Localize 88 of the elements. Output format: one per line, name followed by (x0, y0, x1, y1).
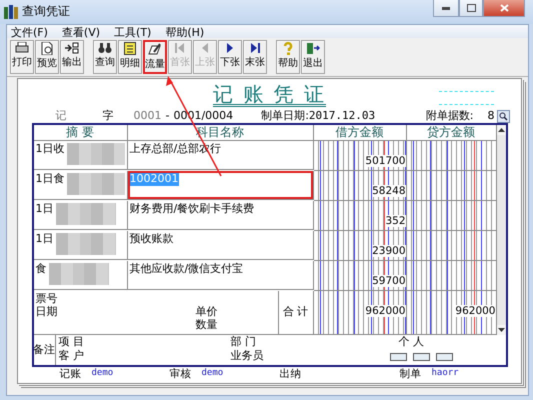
toolbar-button[interactable]: 预览 (35, 40, 59, 74)
subject-cell[interactable]: 其他应收款/微信支付宝 (128, 261, 314, 290)
column-header: 摘 要 (34, 125, 128, 141)
card-icon[interactable] (390, 353, 406, 361)
summary-cell: 1日 (34, 201, 128, 230)
binoculars-icon (98, 42, 112, 54)
blurred-region (56, 233, 116, 255)
signature-name: demo (92, 368, 114, 380)
export-icon (65, 42, 79, 54)
magnifier-page-icon (40, 42, 54, 55)
attachments-count: 8 (488, 110, 494, 123)
menu-item[interactable]: 帮助(H) (165, 27, 204, 36)
toolbar-button[interactable]: 末张 (243, 40, 267, 74)
total-label: 合 计 (282, 306, 308, 319)
toolbar-button[interactable]: 查询 (93, 40, 117, 74)
menu-item[interactable]: 查看(V) (62, 27, 100, 36)
dash: - (166, 110, 170, 123)
minimize-icon (442, 6, 450, 10)
summary-cell: 1日 (34, 231, 128, 260)
voucher-word: 字 (102, 110, 114, 123)
maximize-icon (466, 4, 476, 12)
signature-label: 审核 (170, 368, 192, 380)
toolbar-button[interactable]: 下张 (218, 40, 242, 74)
debit-cell: 58248 (314, 171, 406, 201)
minimize-button[interactable] (433, 0, 459, 17)
question-mark-icon (283, 42, 293, 55)
dotted-rule (438, 91, 494, 105)
summary-cell: 1日食 (34, 171, 128, 200)
price-label: 单价 (196, 306, 218, 319)
first-icon (175, 42, 185, 54)
date-value: 2017.12.03 (308, 110, 376, 123)
customer-label: 客 户 (58, 350, 85, 364)
total-debit-cell: 962000 (314, 291, 406, 335)
signature-name: haorr (432, 368, 459, 380)
last-icon (250, 42, 260, 54)
total-credit-cell: 962000 (406, 291, 496, 335)
blurred-region (48, 263, 108, 285)
quantity-label: 数量 (196, 319, 218, 332)
signature-label: 出纳 (280, 368, 302, 380)
summary-cell: 食 (34, 261, 128, 290)
toolbar-button[interactable]: 打印 (10, 40, 34, 74)
debit-cell: 352 (314, 201, 406, 231)
card-icon[interactable] (412, 353, 430, 361)
close-icon (500, 4, 508, 12)
toolbar-button[interactable]: 退出 (301, 40, 325, 74)
signature-label: 记账 (60, 368, 82, 380)
scroll-down-icon (498, 328, 504, 332)
list-icon (124, 42, 136, 55)
date-label: 制单日期: (261, 110, 309, 123)
toolbar-button[interactable]: 流量 (143, 40, 167, 74)
debit-cell: 59700 (314, 261, 406, 291)
date-label: 日期 (36, 306, 58, 319)
subject-cell[interactable]: 预收账款 (128, 231, 314, 260)
pen-paper-icon (148, 43, 162, 56)
books-icon (4, 5, 18, 19)
next-icon (226, 42, 234, 54)
person-label: 个 人 (398, 336, 425, 350)
toolbar-button[interactable]: 帮助 (276, 40, 300, 74)
close-button[interactable] (483, 0, 525, 17)
summary-cell: 1日收 (34, 141, 128, 170)
card-icon[interactable] (436, 353, 452, 361)
blurred-region (66, 173, 124, 195)
toolbar-button[interactable]: 输出 (60, 40, 84, 74)
scroll-up-icon (498, 128, 504, 132)
subject-cell[interactable]: 财务费用/餐饮刷卡手续费 (128, 201, 314, 230)
signature-name: demo (202, 368, 224, 380)
debit-cell: 23900 (314, 231, 406, 261)
menu-item[interactable]: 文件(F) (11, 27, 48, 36)
voucher-number: 0001 (134, 110, 162, 123)
printer-icon (15, 42, 29, 54)
previous-icon (201, 42, 209, 54)
window-title: 查询凭证 (22, 5, 71, 19)
menu-item[interactable]: 工具(T) (114, 27, 152, 36)
voucher-title: 记 账 凭 证 (212, 83, 326, 107)
salesperson-label: 业务员 (230, 350, 264, 364)
ticket-label: 票号 (36, 293, 58, 306)
blurred-region (56, 203, 116, 225)
toolbar-button[interactable]: 明细 (118, 40, 142, 74)
attachments-label: 附单据数: (426, 110, 474, 123)
maximize-button[interactable] (459, 0, 483, 17)
department-label: 部 门 (230, 336, 257, 350)
door-exit-icon (306, 42, 320, 55)
blurred-region (66, 143, 124, 165)
debit-cell: 501700 (314, 141, 406, 171)
search-icon[interactable] (496, 110, 510, 123)
voucher-type: 记 (56, 110, 66, 123)
project-label: 项 目 (58, 336, 85, 350)
signature-label: 制单 (400, 368, 422, 380)
